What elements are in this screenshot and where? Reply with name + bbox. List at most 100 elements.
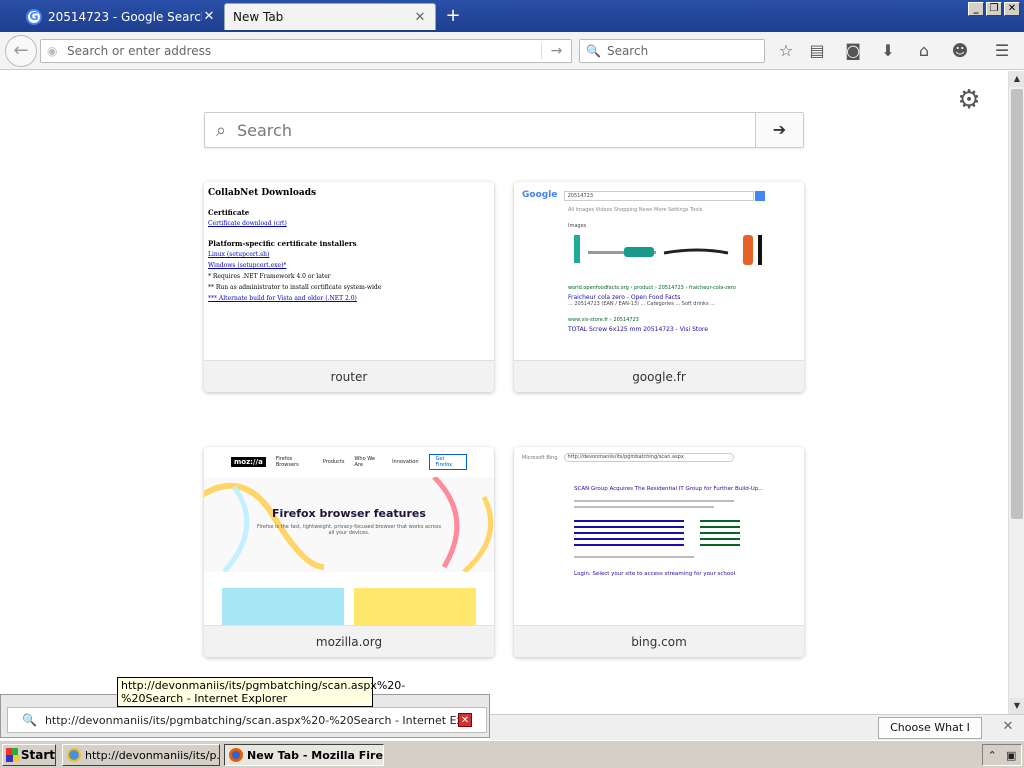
tile-thumbnail: Microsoft Bing http://devonmaniis/its/pg…: [514, 447, 804, 625]
scrollbar-thumb[interactable]: [1011, 89, 1023, 519]
thumb-result-title: Fraicheur cola zero - Open Food Facts: [568, 293, 681, 301]
thumb-nav-item: Products: [322, 459, 345, 465]
close-preview-icon[interactable]: ✕: [458, 713, 472, 727]
ie-preview-entry[interactable]: 🔍 http://devonmaniis/its/pgmbatching/sca…: [7, 707, 487, 733]
start-button[interactable]: Start: [2, 744, 56, 766]
tile-label: router: [204, 360, 494, 392]
close-tab-icon[interactable]: ✕: [413, 10, 427, 25]
bookmark-star-icon[interactable]: ☆: [775, 40, 797, 62]
thumb-moz-nav: moz://a Firefox Browsers Products Who We…: [204, 447, 494, 477]
firefox-icon: [229, 748, 243, 762]
home-icon[interactable]: ⌂: [913, 40, 935, 62]
thumb-link: Linux (setupcert.sh): [208, 251, 270, 258]
thumb-feature-boxes: [204, 572, 494, 625]
tile-bing[interactable]: Microsoft Bing http://devonmaniis/its/pg…: [514, 447, 804, 657]
thumb-heading: Platform-specific certificate installers: [208, 239, 357, 248]
tile-google[interactable]: Google 20514723 All Images Videos Shoppi…: [514, 182, 804, 392]
url-bar[interactable]: ◉ Search or enter address →: [40, 39, 572, 63]
windows-flag-icon: [6, 748, 20, 762]
tile-router[interactable]: CollabNet Downloads Certificate Certific…: [204, 182, 494, 392]
url-input[interactable]: Search or enter address: [41, 44, 541, 58]
taskbar-item-ie[interactable]: http://devonmaniis/its/p...: [62, 744, 220, 766]
newtab-search-input[interactable]: Search: [237, 121, 755, 140]
ie-icon: [67, 748, 81, 762]
magnifier-icon: ⌕: [215, 119, 227, 141]
thumb-nav-item: Who We Are: [354, 456, 375, 468]
thumb-link: *** Alternate build for Vista and older …: [208, 295, 357, 302]
thumb-hero: Firefox browser features Firefox is the …: [204, 477, 494, 572]
google-logo: Google: [522, 190, 558, 200]
window-controls: _ ❐ ✕: [968, 2, 1020, 16]
thumb-heading: Certificate: [208, 208, 250, 217]
gear-icon[interactable]: ⚙: [955, 86, 983, 114]
pocket-icon[interactable]: ◙: [842, 40, 864, 62]
downloads-arrow-icon[interactable]: ⬇: [877, 40, 899, 62]
tab-google-search[interactable]: G 20514723 - Google Search ✕: [18, 3, 224, 30]
thumb-search-box: 20514723: [563, 190, 754, 201]
navigation-toolbar: ← ◉ Search or enter address → 🔍 Search ☆…: [0, 32, 1024, 70]
minimize-icon[interactable]: _: [968, 2, 984, 16]
thumb-results: SCAN Group Acquires The Residential IT G…: [574, 486, 796, 577]
tab-new-tab[interactable]: New Tab ✕: [224, 3, 436, 30]
thumb-subhead: Firefox is the fast, lightweight, privac…: [256, 524, 442, 536]
thumb-result-title: Login: Select your site to access stream…: [574, 571, 736, 577]
thumb-headline: Firefox browser features: [272, 507, 426, 520]
close-window-icon[interactable]: ✕: [1004, 2, 1020, 16]
back-arrow-icon[interactable]: ←: [5, 35, 37, 67]
tray-expand-icon[interactable]: ⌃: [988, 749, 997, 762]
newtab-search-box[interactable]: ⌕ Search ➔: [204, 112, 804, 148]
new-tab-plus-icon[interactable]: +: [442, 6, 464, 28]
network-icon[interactable]: ▣: [1006, 749, 1016, 762]
thumb-result-title: TOTAL Screw 6x125 mm 20514723 - Visi Sto…: [568, 325, 708, 333]
thumb-nav-item: Innovation: [392, 459, 419, 465]
tile-label: google.fr: [514, 360, 804, 392]
hamburger-menu-icon[interactable]: ☰: [991, 40, 1013, 62]
thumb-search-box: http://devonmaniis/its/pgmbatching/scan.…: [563, 453, 734, 462]
thumb-result-title: SCAN Group Acquires The Residential IT G…: [574, 486, 764, 492]
tile-label: mozilla.org: [204, 625, 494, 657]
bing-logo: Microsoft Bing: [522, 454, 558, 461]
scroll-up-arrow-icon[interactable]: ▲: [1009, 71, 1024, 87]
search-input[interactable]: Search: [607, 44, 648, 58]
thumb-results-lines: [574, 500, 740, 558]
go-arrow-icon[interactable]: →: [541, 43, 571, 59]
scroll-down-arrow-icon[interactable]: ▼: [1009, 698, 1024, 714]
thumb-note: ** Run as administrator to install certi…: [208, 284, 382, 291]
thumb-cta: Get Firefox: [428, 454, 467, 470]
start-label: Start: [20, 748, 55, 762]
new-tab-page: ⚙ ⌕ Search ➔ CollabNet Downloads Certifi…: [0, 71, 1008, 714]
tile-thumbnail: CollabNet Downloads Certificate Certific…: [204, 182, 494, 360]
close-notification-icon[interactable]: ✕: [1000, 719, 1016, 735]
tile-thumbnail: moz://a Firefox Browsers Products Who We…: [204, 447, 494, 625]
search-bar[interactable]: 🔍 Search: [579, 39, 765, 63]
tab-strip: G 20514723 - Google Search ✕ New Tab ✕ +…: [0, 0, 1024, 32]
taskbar-item-firefox[interactable]: New Tab - Mozilla Fire...: [224, 744, 384, 766]
taskbar-item-label: http://devonmaniis/its/p...: [85, 748, 220, 762]
thumb-link: Certificate download (crt): [208, 220, 287, 227]
thumb-result-url: world.openfoodfacts.org › product › 2051…: [568, 284, 736, 291]
thumb-result-url: www.vis-store.fr › 20514723: [568, 316, 639, 323]
tab-label: 20514723 - Google Search: [48, 9, 202, 24]
taskbar-item-label: New Tab - Mozilla Fire...: [247, 748, 384, 762]
hello-chat-icon[interactable]: ☻: [949, 40, 971, 62]
system-tray: ⌃ ▣: [982, 744, 1022, 766]
tile-mozilla[interactable]: moz://a Firefox Browsers Products Who We…: [204, 447, 494, 657]
thumb-link: Windows (setupcert.exe)*: [208, 262, 287, 269]
close-tab-icon[interactable]: ✕: [202, 9, 216, 24]
notification-bar: Choose What I Share ✕: [490, 714, 1024, 754]
reading-list-icon[interactable]: ▤: [806, 40, 828, 62]
choose-what-i-share-button[interactable]: Choose What I Share: [878, 717, 982, 754]
mozilla-logo: moz://a: [231, 457, 266, 467]
magnifier-icon: 🔍: [22, 713, 37, 727]
magnifier-icon: 🔍: [586, 44, 601, 58]
thumb-feature-box: [222, 588, 344, 625]
thumb-image-strip: Images: [568, 223, 796, 273]
thumb-feature-box: [354, 588, 476, 625]
taskbar-tooltip: http://devonmaniis/its/pgmbatching/scan.…: [117, 677, 405, 707]
restore-icon[interactable]: ❐: [986, 2, 1002, 16]
vertical-scrollbar[interactable]: ▲ ▼: [1008, 71, 1024, 714]
tab-label: New Tab: [233, 10, 284, 24]
tile-thumbnail: Google 20514723 All Images Videos Shoppi…: [514, 182, 804, 360]
search-go-arrow-icon[interactable]: ➔: [755, 113, 803, 147]
thumb-note: * Requires .NET Framework 4.0 or later: [208, 273, 331, 280]
